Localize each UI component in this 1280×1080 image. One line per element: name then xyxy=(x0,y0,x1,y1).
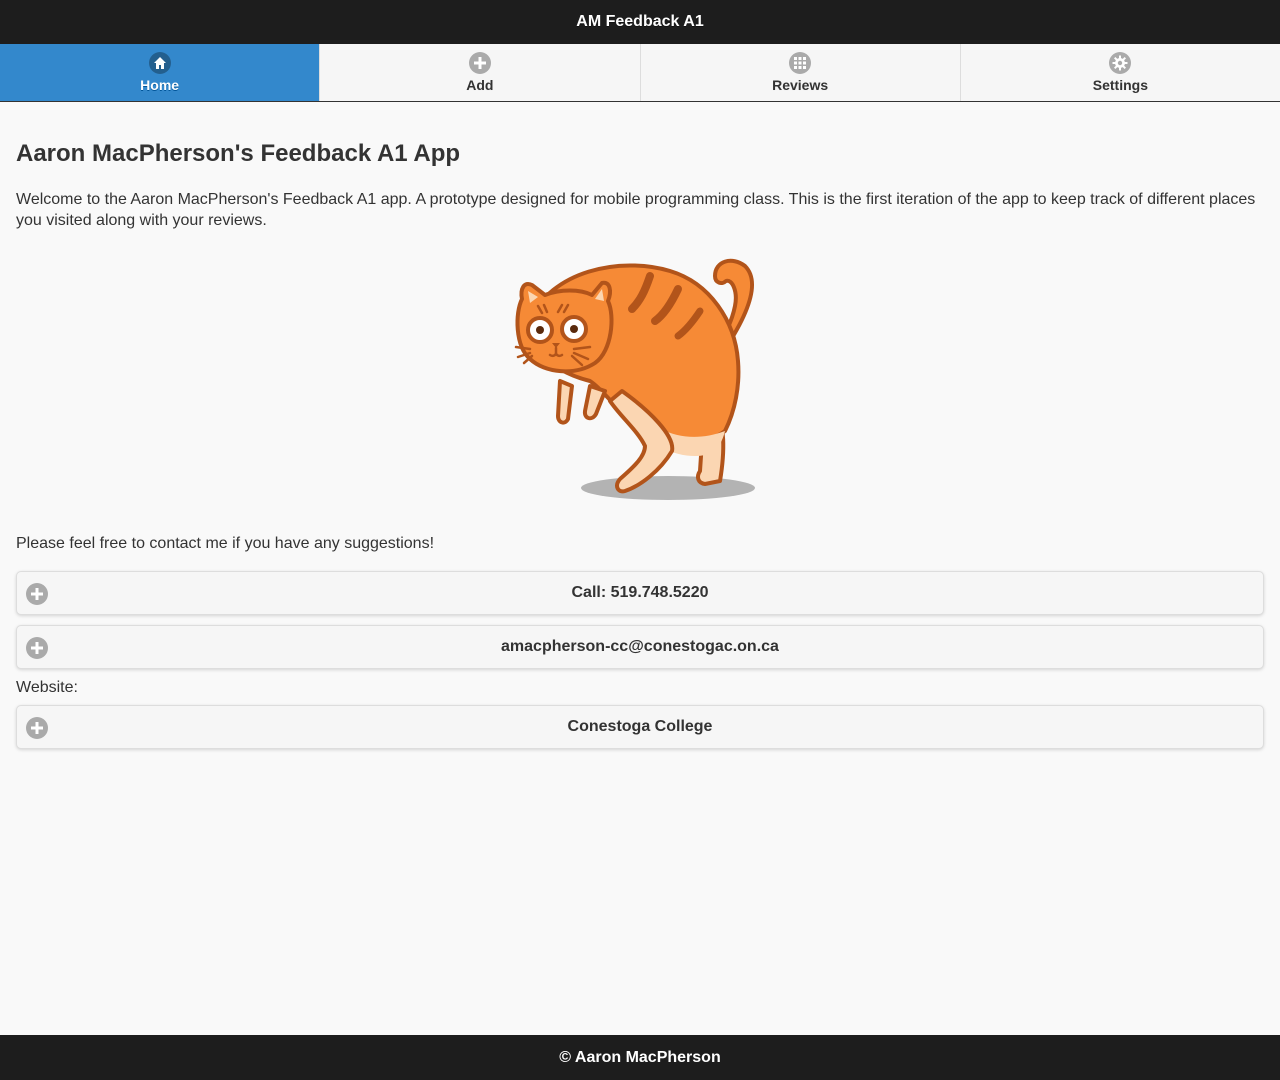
tab-reviews-label: Reviews xyxy=(772,77,829,93)
nav-bar: Home Add Reviews Settings xyxy=(0,44,1280,102)
cat-image xyxy=(514,258,755,500)
website-button-label: Conestoga College xyxy=(567,718,713,735)
email-button-label: amacpherson-cc@conestogac.on.ca xyxy=(501,638,779,655)
email-button[interactable]: amacpherson-cc@conestogac.on.ca xyxy=(16,625,1264,669)
home-icon xyxy=(148,52,171,74)
website-label: Website: xyxy=(16,679,78,696)
plus-icon xyxy=(26,717,48,739)
call-button-label: Call: 519.748.5220 xyxy=(571,584,709,601)
app-title: AM Feedback A1 xyxy=(576,13,704,30)
app-header: AM Feedback A1 xyxy=(0,0,1280,44)
tab-add-label: Add xyxy=(466,77,494,93)
call-button[interactable]: Call: 519.748.5220 xyxy=(16,571,1264,615)
tab-reviews[interactable]: Reviews xyxy=(639,44,960,101)
gear-icon xyxy=(1109,52,1132,74)
tab-home-label: Home xyxy=(140,77,180,93)
tab-add[interactable]: Add xyxy=(319,44,639,101)
contact-prompt: Please feel free to contact me if you ha… xyxy=(16,535,435,552)
tab-settings-label: Settings xyxy=(1092,77,1148,93)
tab-settings[interactable]: Settings xyxy=(959,44,1280,101)
plus-icon xyxy=(26,583,48,605)
website-button[interactable]: Conestoga College xyxy=(16,705,1264,749)
intro-paragraph: Welcome to the Aaron MacPherson's Feedba… xyxy=(16,191,1256,229)
app-footer: © Aaron MacPherson xyxy=(0,1035,1280,1080)
page-title: Aaron MacPherson's Feedback A1 App xyxy=(16,140,461,167)
grid-icon xyxy=(789,52,812,74)
main-content: Aaron MacPherson's Feedback A1 App Welco… xyxy=(16,101,1264,749)
tab-home[interactable]: Home xyxy=(0,44,320,101)
cat-illustration xyxy=(16,251,1264,511)
plus-icon xyxy=(468,52,491,74)
plus-icon xyxy=(26,637,48,659)
footer-text: © Aaron MacPherson xyxy=(559,1048,721,1066)
